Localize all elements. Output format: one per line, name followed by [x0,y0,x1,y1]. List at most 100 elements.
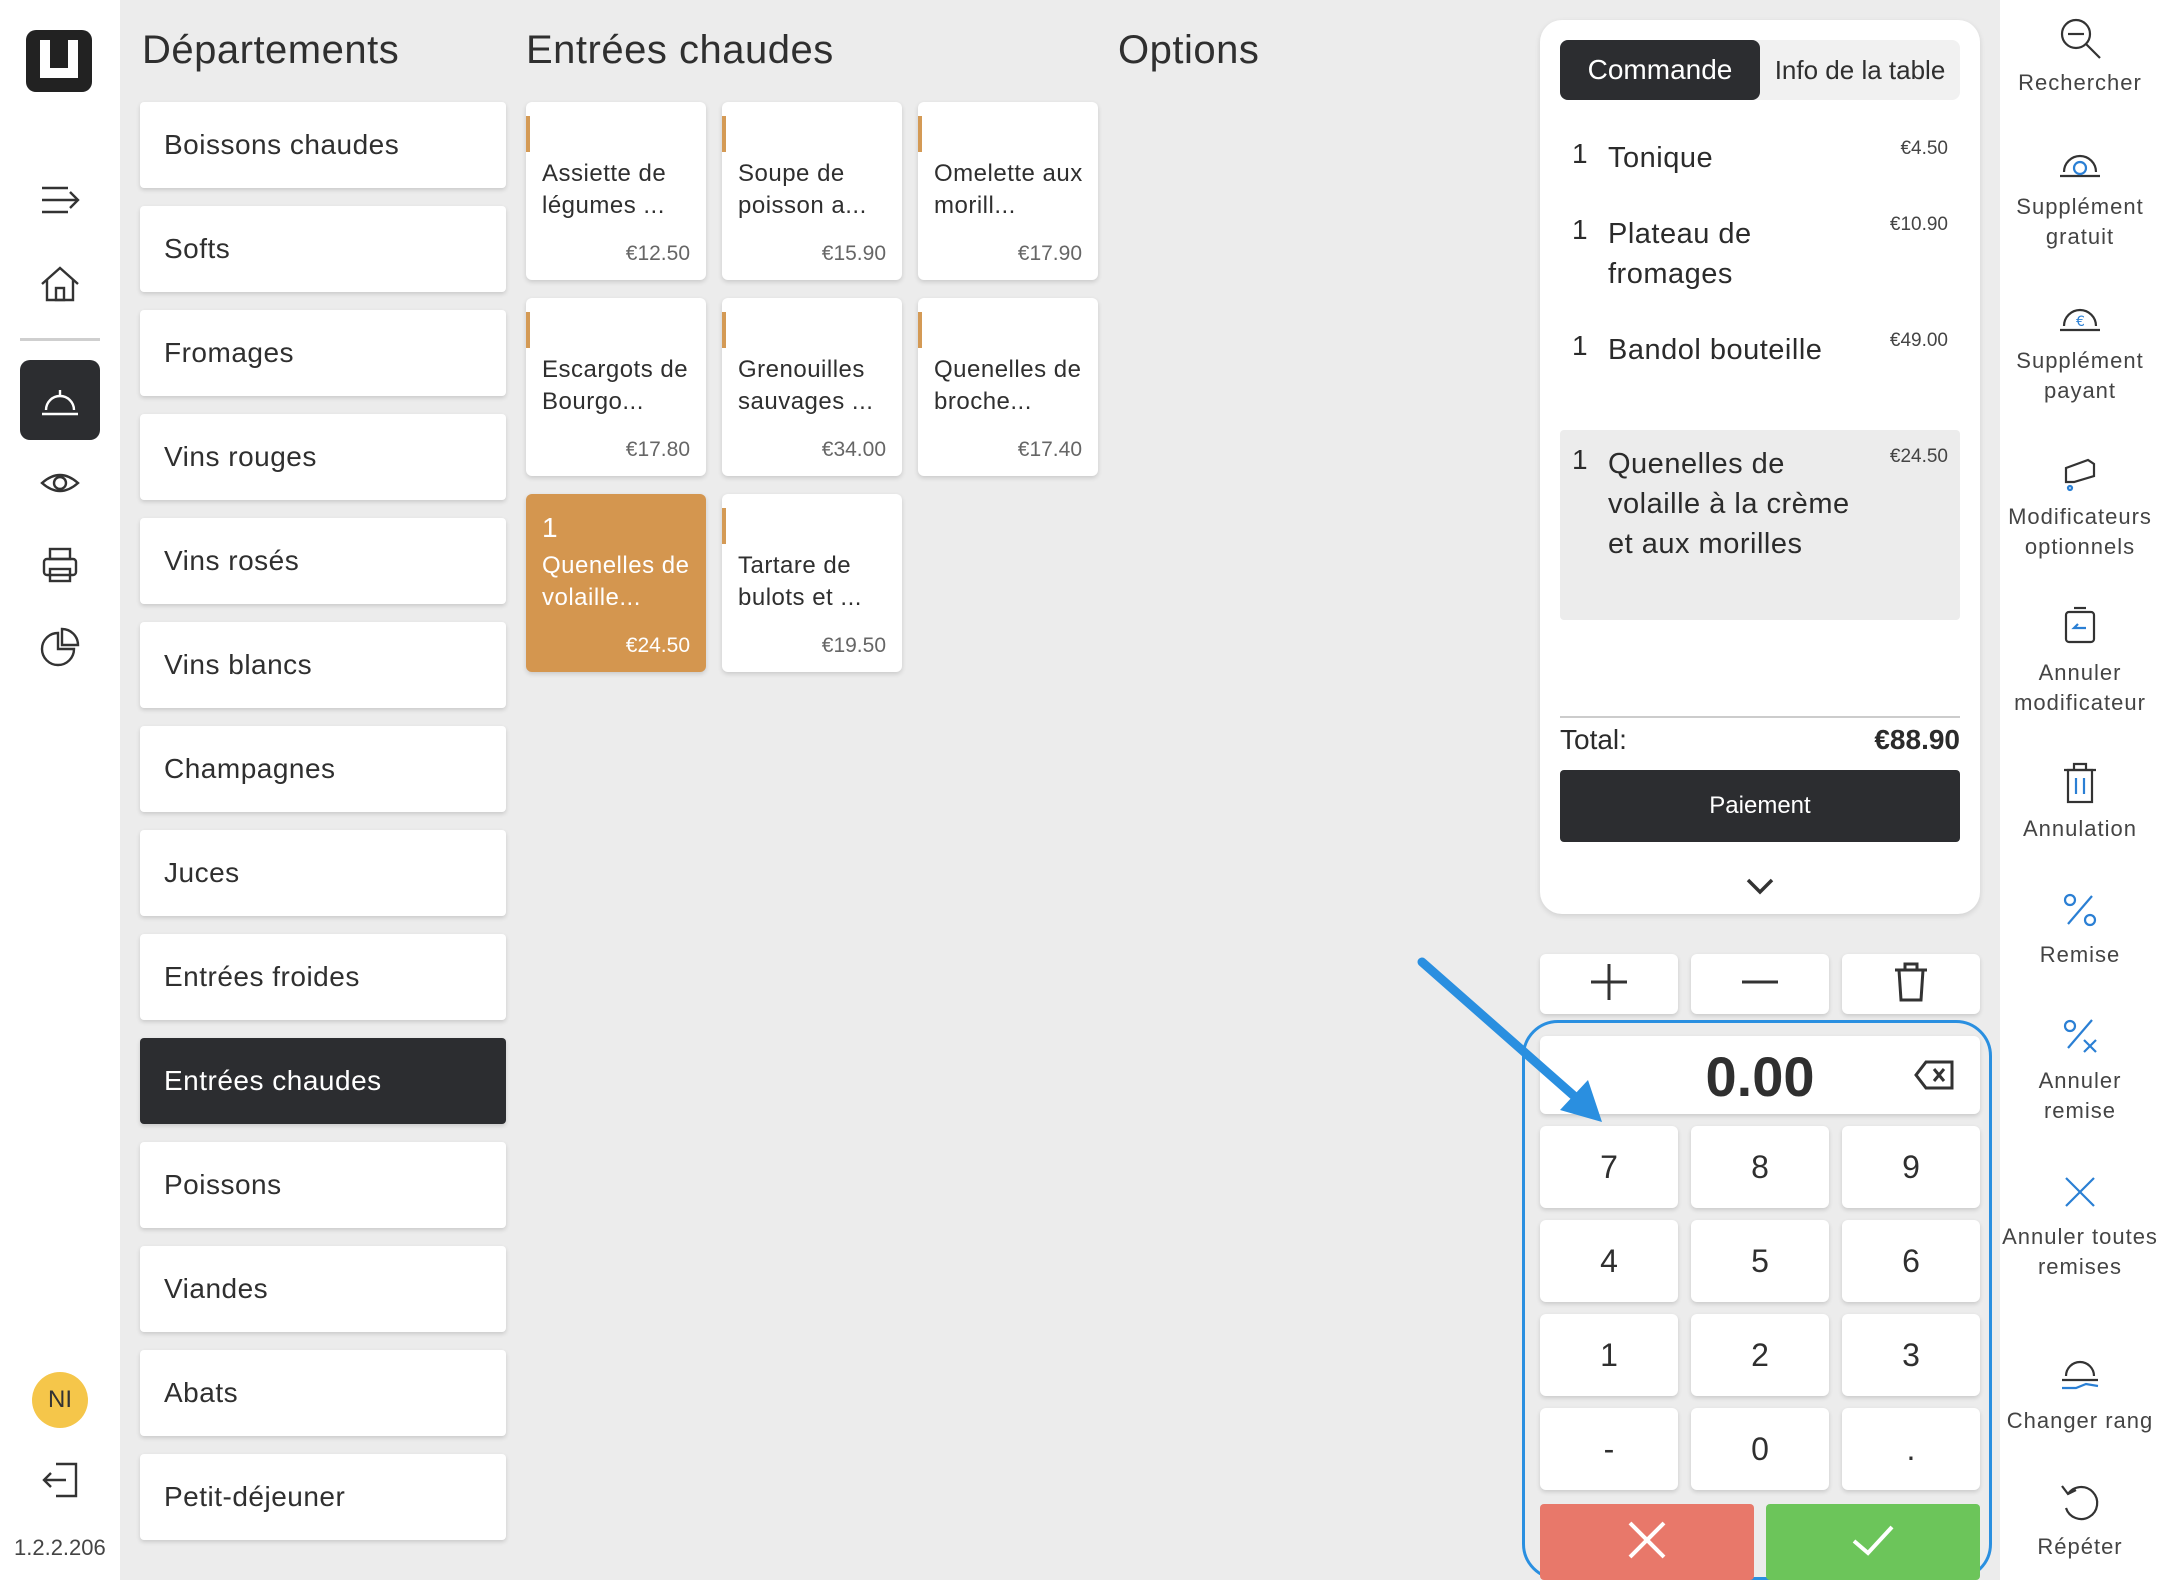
department-item[interactable]: Fromages [140,310,506,396]
delete-line-button[interactable] [1842,954,1980,1014]
tool-label: Annuler toutes remises [2002,1224,2158,1279]
product-tag [722,116,726,152]
product-name: Quenelles de volaille... [542,552,690,611]
numpad-key[interactable]: - [1540,1408,1678,1490]
eye-icon[interactable] [20,443,100,523]
product-card[interactable]: Tartare de bulots et ... €19.50 [722,494,902,672]
department-item[interactable]: Juces [140,830,506,916]
tool-label: Supplément gratuit [2016,194,2144,249]
numpad-key[interactable]: 5 [1691,1220,1829,1302]
department-item[interactable]: Boissons chaudes [140,102,506,188]
line-price: €4.50 [1900,138,1948,159]
logout-icon[interactable] [20,1440,100,1520]
tool-cancel-discount[interactable]: Annuler remise [2000,1012,2160,1126]
menu-collapse-icon[interactable] [20,160,100,240]
numpad-key[interactable]: 0 [1691,1408,1829,1490]
product-name: Omelette aux morill... [934,160,1083,219]
tool-free-supplement[interactable]: Supplément gratuit [2000,138,2160,252]
home-icon[interactable] [20,244,100,324]
tool-cancellation[interactable]: Annulation [2000,760,2160,844]
department-item[interactable]: Viandes [140,1246,506,1332]
product-card[interactable]: Assiette de légumes ... €12.50 [526,102,706,280]
numpad-key[interactable]: 1 [1540,1314,1678,1396]
hand-modifier-icon [2056,448,2104,496]
department-item-selected[interactable]: Entrées chaudes [140,1038,506,1124]
department-item[interactable]: Petit-déjeuner [140,1454,506,1540]
tab-commande[interactable]: Commande [1560,40,1760,100]
department-item[interactable]: Abats [140,1350,506,1436]
department-item[interactable]: Entrées froides [140,934,506,1020]
tab-table-info[interactable]: Info de la table [1760,40,1960,100]
bell-euro-icon: € [2056,292,2104,340]
tool-change-course[interactable]: Changer rang [2000,1352,2160,1436]
order-line[interactable]: 1 Bandol bouteille €49.00 [1560,330,1960,420]
product-price: €17.90 [1017,242,1082,265]
chevron-down-icon[interactable] [1740,872,1780,902]
order-total: Total: €88.90 [1560,716,1960,760]
numpad-key[interactable]: 8 [1691,1126,1829,1208]
numpad-key[interactable]: 3 [1842,1314,1980,1396]
tool-discount[interactable]: Remise [2000,886,2160,970]
department-item[interactable]: Softs [140,206,506,292]
cancel-button[interactable] [1540,1504,1754,1580]
product-quantity: 1 [542,512,558,543]
check-icon [1848,1515,1898,1570]
product-card[interactable]: Grenouilles sauvages ... €34.00 [722,298,902,476]
trash-icon [2056,760,2104,808]
payment-button[interactable]: Paiement [1560,770,1960,842]
pie-chart-icon[interactable] [20,607,100,687]
department-item[interactable]: Poissons [140,1142,506,1228]
order-line-selected[interactable]: 1 Quenelles de volaille à la crème et au… [1560,430,1960,620]
confirm-button[interactable] [1766,1504,1980,1580]
product-price: €34.00 [821,438,886,461]
tool-cancel-modifier[interactable]: Annuler modificateur [2000,604,2160,718]
product-tag [918,116,922,152]
percent-cancel-icon [2056,1012,2104,1060]
department-item[interactable]: Champagnes [140,726,506,812]
product-name: Grenouilles sauvages ... [738,356,874,415]
product-card[interactable]: Quenelles de broche... €17.40 [918,298,1098,476]
tool-cancel-all-discounts[interactable]: Annuler toutes remises [2000,1168,2160,1282]
total-value: €88.90 [1874,724,1960,755]
product-card[interactable]: Soupe de poisson a... €15.90 [722,102,902,280]
department-item[interactable]: Vins blancs [140,622,506,708]
line-name: Quenelles de volaille à la crème et aux … [1608,448,1850,560]
numpad-key[interactable]: 2 [1691,1314,1829,1396]
backspace-icon[interactable] [1914,1058,1956,1092]
product-card[interactable]: Escargots de Bourgo... €17.80 [526,298,706,476]
tool-repeat[interactable]: Répéter [2000,1478,2160,1562]
tool-label: Annuler remise [2038,1068,2122,1123]
tool-optional-modifiers[interactable]: Modificateurs optionnels [2000,448,2160,562]
department-item[interactable]: Vins rouges [140,414,506,500]
line-name: Plateau de fromages [1608,218,1752,290]
service-bell-icon[interactable] [20,360,100,440]
product-name: Quenelles de broche... [934,356,1082,415]
product-tag [526,312,530,348]
rail-divider [20,338,100,341]
product-tag [526,116,530,152]
total-label: Total: [1560,724,1627,755]
order-line[interactable]: 1 Tonique €4.50 [1560,138,1960,198]
product-card-selected[interactable]: 1 Quenelles de volaille... €24.50 [526,494,706,672]
tool-paid-supplement[interactable]: € Supplément payant [2000,292,2160,406]
order-line[interactable]: 1 Plateau de fromages €10.90 [1560,214,1960,304]
tool-label: Annulation [2023,816,2137,841]
product-name: Tartare de bulots et ... [738,552,862,611]
product-card[interactable]: Omelette aux morill... €17.90 [918,102,1098,280]
numpad-key[interactable]: 4 [1540,1220,1678,1302]
user-avatar[interactable]: NI [32,1372,88,1428]
numpad-key[interactable]: 9 [1842,1126,1980,1208]
numpad-key[interactable]: . [1842,1408,1980,1490]
department-item[interactable]: Vins rosés [140,518,506,604]
search-zoom-icon [2056,14,2104,62]
product-name: Assiette de légumes ... [542,160,667,219]
svg-text:€: € [2076,314,2085,330]
decrease-button[interactable] [1691,954,1829,1014]
numpad-key[interactable]: 6 [1842,1220,1980,1302]
printer-icon[interactable] [20,525,100,605]
app-logo [26,30,92,92]
tool-search[interactable]: Rechercher [2000,14,2160,98]
numpad-key[interactable]: 7 [1540,1126,1678,1208]
line-qty: 1 [1572,138,1588,169]
line-price: €49.00 [1889,330,1948,351]
